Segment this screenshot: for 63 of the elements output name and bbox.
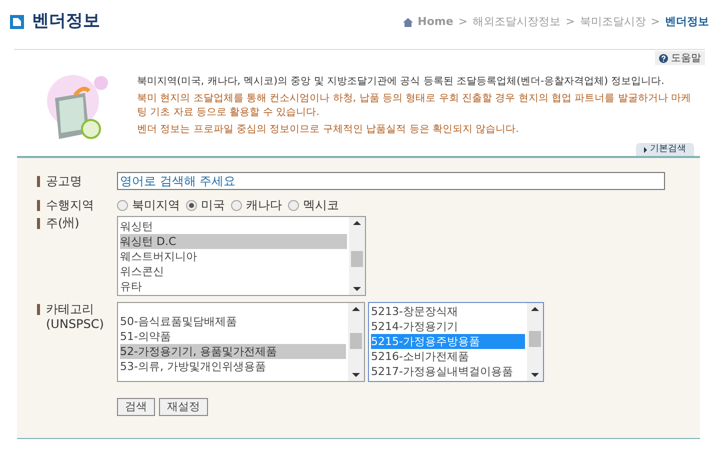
scroll-up-icon[interactable] xyxy=(353,221,361,225)
label-marker xyxy=(37,200,40,210)
list-option[interactable]: 53-의류, 가방및개인위생용품 xyxy=(120,359,346,374)
breadcrumb-link[interactable]: 벤더정보 xyxy=(665,14,709,30)
list-option[interactable]: 50-음식료품및담배제품 xyxy=(120,314,346,329)
intro-note: 벤더 정보는 프로파일 중심의 정보이므로 구체적인 납품실적 등은 확인되지 않습니다. xyxy=(137,123,520,137)
form-button[interactable]: 재설정 xyxy=(159,398,208,416)
folder-document-illustration xyxy=(45,73,111,141)
scroll-down-icon[interactable] xyxy=(352,373,360,377)
list-option[interactable]: 워싱턴 D.C xyxy=(120,234,347,249)
scroll-thumb[interactable] xyxy=(350,333,362,349)
intro-note: 북미 현지의 조달업체를 통해 컨소시엄이나 하청, 납품 등의 형태로 우회 진출할 경우 현지의 협업 파트너를 발굴하거나 마케팅 기초 자료 등으로 활용할 수 있습니다. xyxy=(137,92,692,120)
triangle-icon xyxy=(644,146,647,152)
radio-label: 미국 xyxy=(201,197,225,214)
radio-label: 캐나다 xyxy=(246,197,282,214)
title-input[interactable]: 영어로 검색해 주세요 xyxy=(117,172,665,190)
page-logo-icon xyxy=(10,15,24,29)
scrollbar[interactable] xyxy=(348,303,364,381)
list-option[interactable]: 5217-가정용실내벽걸이용품 xyxy=(371,364,525,379)
list-option[interactable]: 5214-가정용기기 xyxy=(371,319,525,334)
scroll-up-icon[interactable] xyxy=(352,307,360,311)
list-option[interactable]: 5216-소비가전제품 xyxy=(371,349,525,364)
breadcrumb-separator: > xyxy=(458,14,468,30)
list-option[interactable]: 52-가정용기기, 용품및가전제품 xyxy=(120,344,346,359)
list-box[interactable]: 워싱턴 워싱턴 D.C 웨스트버지니아 위스콘신 유타 xyxy=(117,216,366,296)
page-title: 벤더정보 xyxy=(32,10,100,34)
list-option[interactable]: 유타 xyxy=(120,279,347,294)
list-option[interactable]: 51-의약품 xyxy=(120,329,346,344)
form-button[interactable]: 검색 xyxy=(117,398,155,416)
label-marker xyxy=(37,304,40,315)
list-option[interactable]: 워싱턴 xyxy=(120,219,347,234)
scrollbar[interactable] xyxy=(349,217,365,295)
scroll-up-icon[interactable] xyxy=(531,307,539,311)
field-label: 수행지역 xyxy=(46,198,94,212)
scroll-thumb[interactable] xyxy=(529,331,541,347)
radio-label: 멕시코 xyxy=(303,197,339,214)
list-option[interactable]: 위스콘신 xyxy=(120,264,347,279)
scroll-down-icon[interactable] xyxy=(531,373,539,377)
home-icon xyxy=(402,18,413,26)
radio-button[interactable] xyxy=(186,200,197,210)
label-marker xyxy=(37,176,40,186)
list-box[interactable]: 5213-창문장식재 5214-가정용기기 5215-가정용주방용품 5216-소비가전제품 5217-가정용실내벽걸이용품 xyxy=(368,302,544,382)
breadcrumb-separator: > xyxy=(566,14,575,30)
field-label: 카테고리 xyxy=(46,302,95,317)
scroll-down-icon[interactable] xyxy=(353,287,361,291)
scrollbar[interactable] xyxy=(527,303,543,381)
radio-button[interactable] xyxy=(117,200,128,210)
field-sublabel: (UNSPSC) xyxy=(46,317,104,332)
help-icon xyxy=(659,54,668,62)
scroll-thumb[interactable] xyxy=(351,251,363,267)
help-button[interactable]: 도움말 xyxy=(655,51,705,65)
list-option[interactable]: 웨스트버지니아 xyxy=(120,249,347,264)
radio-button[interactable] xyxy=(288,200,299,210)
list-box[interactable]: 50-음식료품및담배제품 51-의약품 52-가정용기기, 용품및가전제품 53-의류, 가방및개인위생용품 xyxy=(117,302,365,382)
intro-text: 북미지역(미국, 캐나다, 멕시코)의 중앙 및 지방조달기관에 공식 등록된 조달등록업체(벤더-응찰자격업체) 정보입니다. xyxy=(137,75,666,89)
radio-button[interactable] xyxy=(231,200,242,210)
list-option[interactable]: 5213-창문장식재 xyxy=(371,304,525,319)
field-label: 주(州) xyxy=(46,216,80,231)
field-label: 공고명 xyxy=(46,174,82,188)
radio-label: 북미지역 xyxy=(132,197,180,214)
search-tab[interactable]: 기본검색 xyxy=(636,143,694,156)
breadcrumb-separator: > xyxy=(650,14,660,30)
label-marker xyxy=(37,218,40,229)
